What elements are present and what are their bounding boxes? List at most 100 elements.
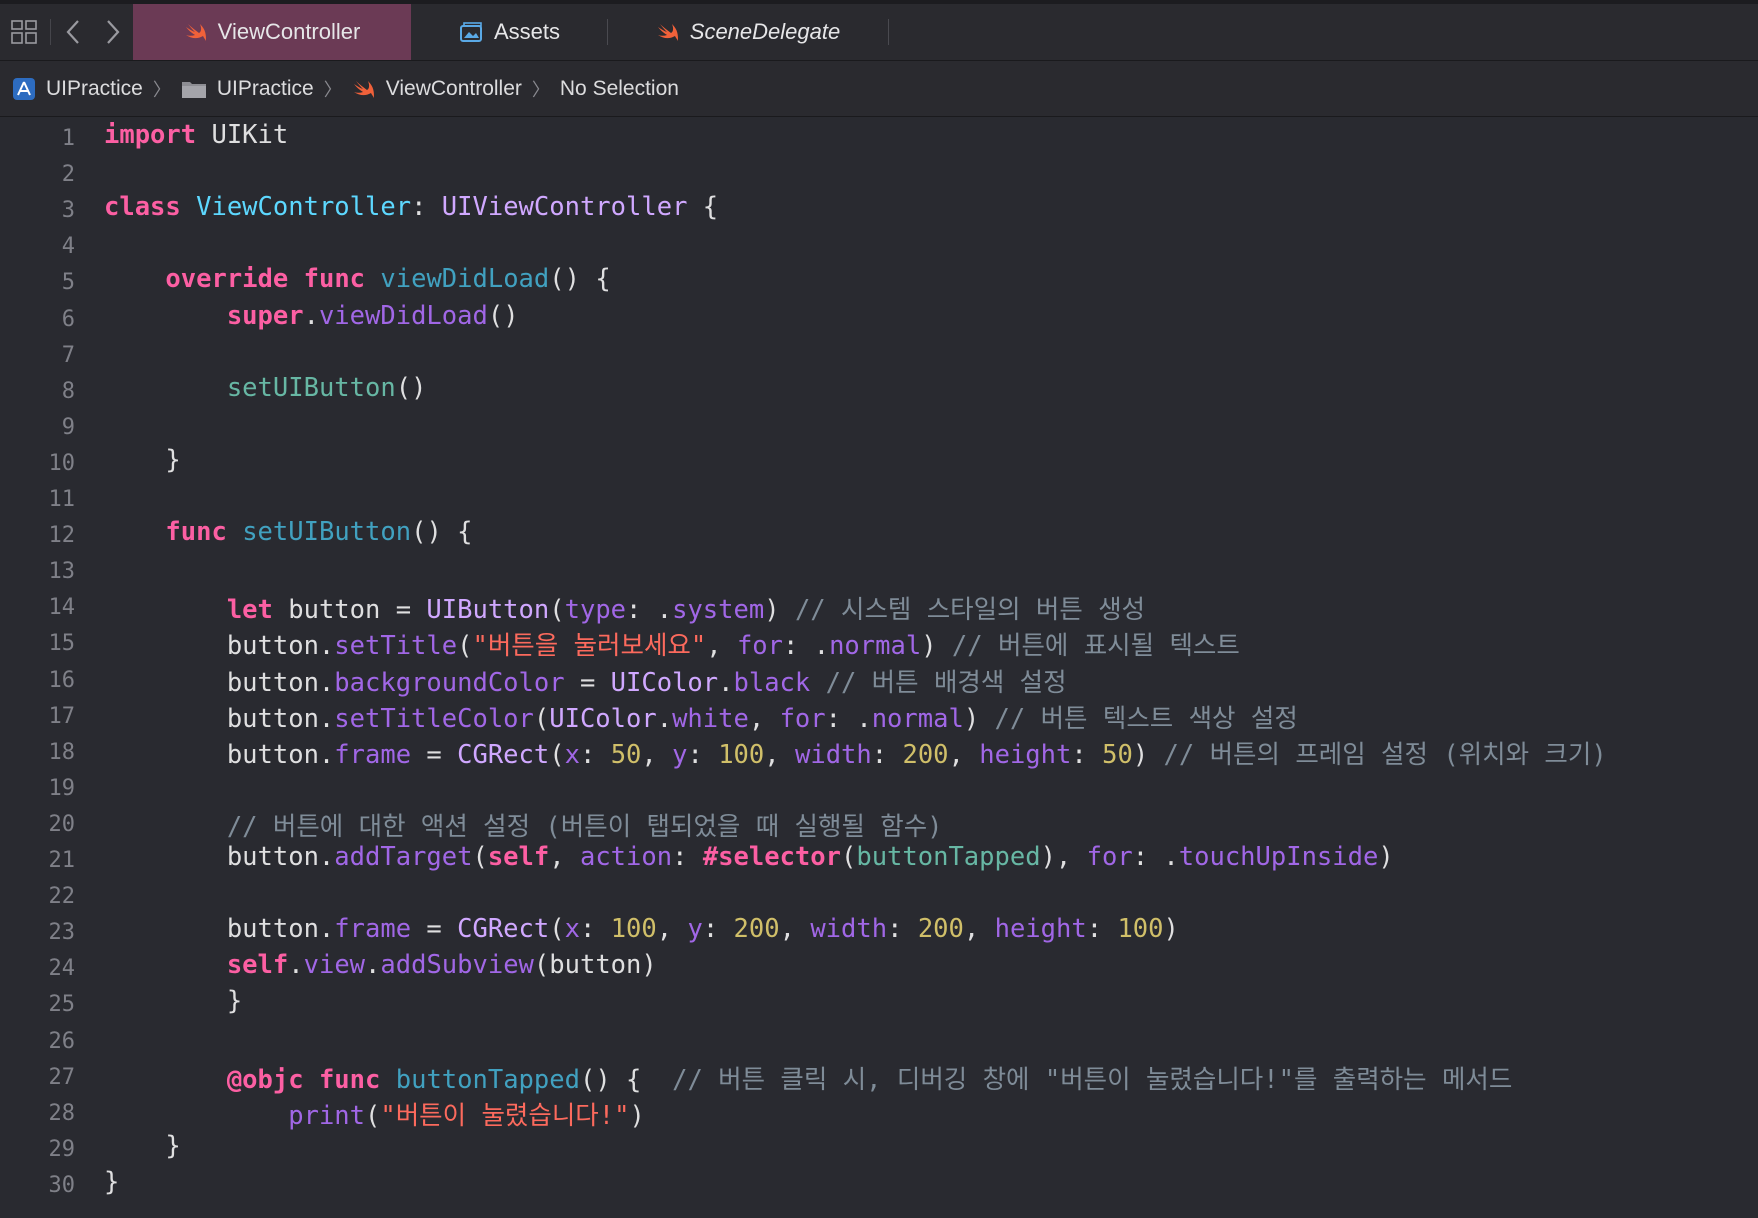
code-token: UIKit <box>196 120 289 150</box>
forward-button[interactable] <box>93 4 133 60</box>
grid-icon <box>11 20 37 44</box>
code-token: addTarget <box>334 842 473 872</box>
swift-icon <box>352 78 376 100</box>
code-line[interactable]: 10 } <box>0 445 1758 481</box>
code-token: } <box>104 1130 181 1161</box>
code-token: UIButton <box>426 595 550 626</box>
code-line[interactable]: 16 button.backgroundColor = UIColor.blac… <box>0 662 1758 698</box>
code-token: , <box>748 703 780 734</box>
code-token: ( <box>457 631 473 662</box>
back-button[interactable] <box>53 4 93 60</box>
code-line[interactable]: 1 import UIKit <box>0 120 1758 156</box>
tab-label: Assets <box>493 19 561 44</box>
code-token: CGRect <box>457 914 550 945</box>
code-line[interactable]: 4 <box>0 228 1758 264</box>
code-token: self <box>487 842 550 872</box>
code-line[interactable]: 15 button.setTitle("버튼을 눌러보세요", for: .no… <box>0 625 1758 661</box>
code-line[interactable]: 21 button.addTarget(self, action: #selec… <box>0 842 1758 878</box>
code-line[interactable]: 6 super.viewDidLoad() <box>0 301 1758 337</box>
code-text: // 버튼에 대한 액션 설정 (버튼이 탭되었을 때 실행될 함수) <box>104 806 943 843</box>
code-line[interactable]: 7 <box>0 337 1758 373</box>
code-text: } <box>104 986 242 1016</box>
code-token: : <box>579 739 611 770</box>
code-token: ViewController <box>196 192 412 223</box>
line-number: 11 <box>48 487 76 512</box>
line-number: 21 <box>48 848 76 873</box>
code-token: for <box>779 703 826 734</box>
code-line[interactable]: 13 <box>0 553 1758 589</box>
code-editor[interactable]: 1 import UIKit 2 3 class ViewController: UIV… <box>0 118 1758 1218</box>
line-number: 16 <box>48 667 76 693</box>
tab-bar: ViewController Assets SceneDelegate <box>0 4 1758 61</box>
code-text: super.viewDidLoad() <box>104 301 519 331</box>
code-token: // 버튼에 대한 액션 설정 (버튼이 탭되었을 때 실행될 함수) <box>226 811 943 842</box>
code-token: , <box>764 739 795 770</box>
code-line[interactable]: 19 <box>0 770 1758 806</box>
code-token: func <box>303 264 366 295</box>
code-token: #selector <box>702 842 841 872</box>
code-token: super <box>226 300 304 331</box>
code-line[interactable]: 11 <box>0 481 1758 517</box>
code-line[interactable]: 18 button.frame = CGRect(x: 50, y: 100, … <box>0 734 1758 770</box>
code-line[interactable]: 14 let button = UIButton(type: .system) … <box>0 589 1758 625</box>
code-line[interactable]: 25 } <box>0 986 1758 1022</box>
code-token: : <box>1086 914 1118 945</box>
code-line[interactable]: 23 button.frame = CGRect(x: 100, y: 200,… <box>0 914 1758 950</box>
code-line[interactable]: 28 print("버튼이 눌렸습니다!") <box>0 1095 1758 1131</box>
code-line[interactable]: 3 class ViewController: UIViewController … <box>0 192 1758 228</box>
code-token: : <box>702 914 734 945</box>
code-line[interactable]: 30} <box>0 1167 1758 1203</box>
code-line[interactable]: 9 <box>0 409 1758 445</box>
tab-viewcontroller[interactable]: ViewController <box>133 4 411 60</box>
line-number: 22 <box>48 884 76 910</box>
code-text: func setUIButton() { <box>104 517 473 548</box>
code-token: CGRect <box>457 739 550 770</box>
code-line[interactable]: 8 setUIButton() <box>0 373 1758 409</box>
code-token: "버튼이 눌렸습니다!" <box>380 1100 630 1131</box>
code-token: func <box>318 1064 381 1095</box>
code-token: : . <box>825 703 872 734</box>
code-line[interactable]: 12 func setUIButton() { <box>0 517 1758 553</box>
breadcrumb-item-selection[interactable]: No Selection <box>560 77 679 101</box>
tab-assets[interactable]: Assets <box>411 4 607 60</box>
breadcrumb-item-project[interactable]: UIPractice <box>12 77 143 101</box>
code-token: (button) <box>533 950 657 981</box>
chevron-right-icon <box>107 20 120 44</box>
breadcrumb-item-file[interactable]: ViewController <box>352 77 522 101</box>
code-token: y <box>687 914 703 945</box>
breadcrumb-item-folder[interactable]: UIPractice <box>181 77 314 101</box>
code-token: viewDidLoad <box>380 264 550 295</box>
code-text: button.frame = CGRect(x: 50, y: 100, wid… <box>104 734 1607 771</box>
line-number: 24 <box>48 956 76 982</box>
code-token: system <box>672 595 765 626</box>
code-token: ) <box>921 631 952 662</box>
code-line[interactable]: 29 } <box>0 1131 1758 1167</box>
code-token: // 버튼의 프레임 설정 (위치와 크기) <box>1163 739 1607 770</box>
code-token: () { <box>411 517 473 548</box>
code-text: } <box>104 1167 119 1197</box>
code-line[interactable]: 20 // 버튼에 대한 액션 설정 (버튼이 탭되었을 때 실행될 함수) <box>0 806 1758 842</box>
code-line[interactable]: 22 <box>0 878 1758 914</box>
tab-scenedelegate[interactable]: SceneDelegate <box>608 4 888 60</box>
code-line[interactable]: 24 self.view.addSubview(button) <box>0 950 1758 986</box>
code-token: : <box>887 914 918 945</box>
related-items-button[interactable] <box>0 4 48 60</box>
code-token: let <box>226 595 273 626</box>
chevron-left-icon <box>66 20 79 44</box>
code-token: : . <box>1132 842 1179 872</box>
line-number: 8 <box>61 378 75 404</box>
code-line[interactable]: 5 override func viewDidLoad() { <box>0 264 1758 300</box>
code-line[interactable]: 17 button.setTitleColor(UIColor.white, f… <box>0 698 1758 734</box>
code-line[interactable]: 26 <box>0 1023 1758 1059</box>
breadcrumb-label: ViewController <box>385 76 522 100</box>
code-token: : <box>871 739 903 770</box>
code-token: setTitleColor <box>334 703 534 734</box>
code-line[interactable]: 27 @objc func buttonTapped() { // 버튼 클릭 … <box>0 1059 1758 1095</box>
tab-label: SceneDelegate <box>689 19 841 44</box>
code-line[interactable]: 2 <box>0 156 1758 192</box>
code-token: height <box>994 914 1087 945</box>
line-number: 2 <box>61 162 75 188</box>
